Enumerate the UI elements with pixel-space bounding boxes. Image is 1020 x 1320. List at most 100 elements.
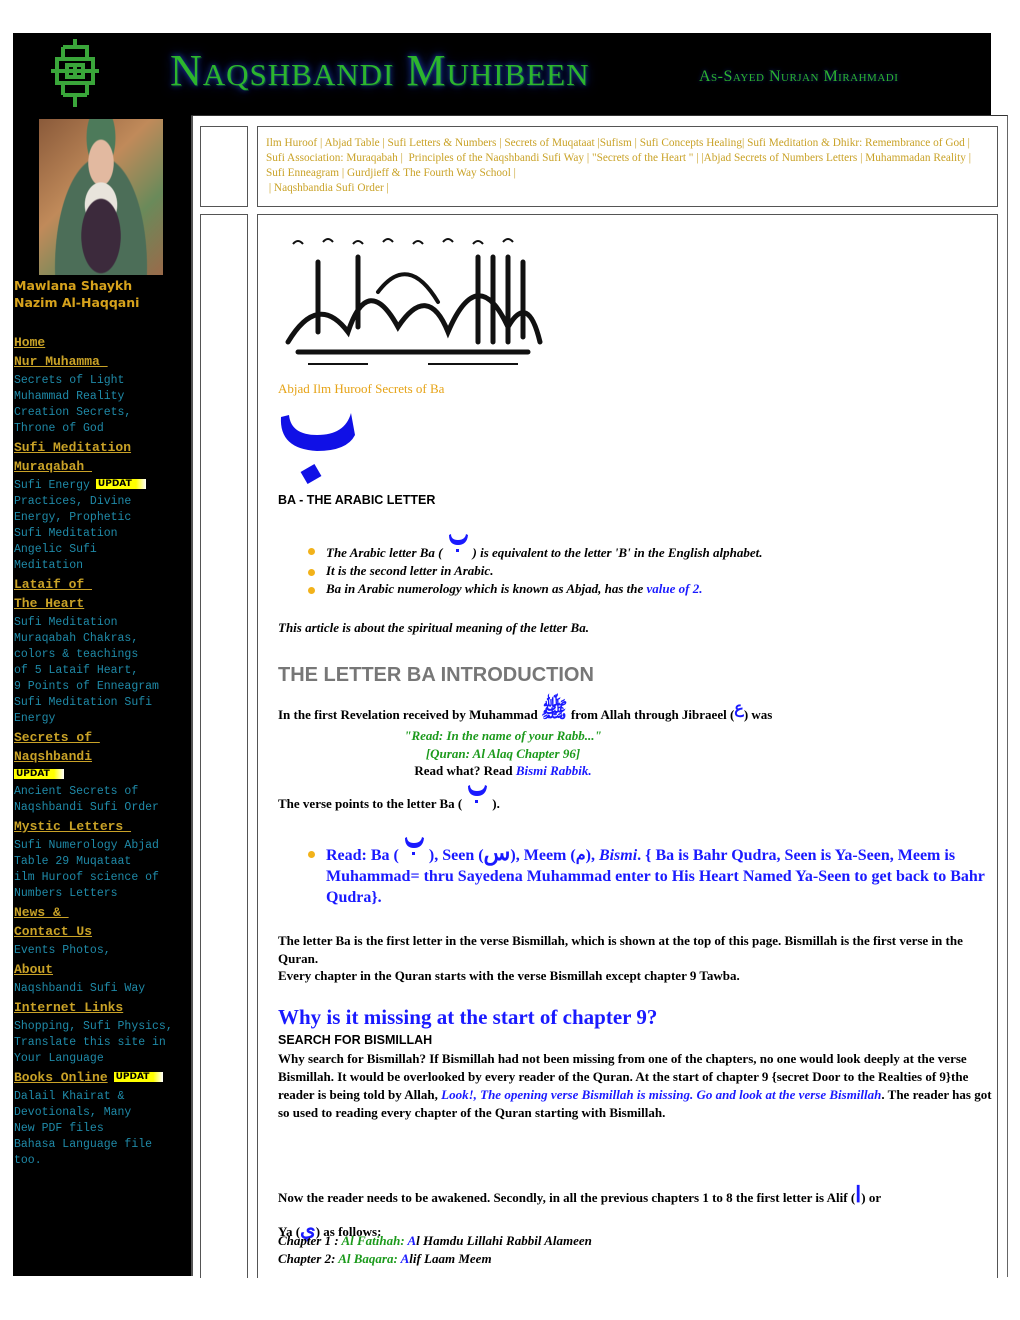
top-link[interactable]: Sufi Letters & Numbers bbox=[388, 137, 497, 149]
nav-sub-item[interactable]: Meditation bbox=[14, 558, 190, 574]
nav-sub-item[interactable]: Sufi Energy UPDAT bbox=[14, 478, 190, 494]
nav-link-about[interactable]: About bbox=[14, 962, 190, 977]
ba-small-icon bbox=[443, 534, 473, 557]
nav-sub-item[interactable]: Sufi Meditation Sufi bbox=[14, 695, 190, 711]
top-link[interactable]: Naqshbandia Sufi Order bbox=[274, 182, 384, 194]
nav-sub-item[interactable]: Ancient Secrets of bbox=[14, 784, 190, 800]
search-heading: SEARCH FOR BISMILLAH bbox=[278, 1033, 433, 1047]
nav-link-contact-us[interactable]: Contact Us bbox=[14, 924, 190, 939]
read-list: Read: Ba (), Seen (س), Meem (م), Bismi. … bbox=[278, 837, 998, 908]
top-link[interactable]: Ilm Huroof bbox=[266, 137, 317, 149]
top-link[interactable]: Sufi Meditation & Dhikr: Remembrance of … bbox=[747, 137, 965, 149]
nav-sub-item[interactable]: Naqshbandi Sufi Way bbox=[14, 981, 190, 997]
sheikh-name-line2: Nazim Al-Haqqani bbox=[14, 295, 140, 310]
nav-link-news[interactable]: News & bbox=[14, 905, 190, 920]
nav-sub-item[interactable]: Energy bbox=[14, 711, 190, 727]
nav-sub-item[interactable]: Devotionals, Many bbox=[14, 1105, 190, 1121]
nav-sub-item[interactable]: Shopping, Sufi Physics, bbox=[14, 1019, 190, 1035]
main-frame: Ilm Huroof | Abjad Table | Sufi Letters … bbox=[191, 115, 1008, 1278]
nav-sub-item[interactable]: Practices, Divine bbox=[14, 494, 190, 510]
chapter-opening: l Hamdu Lillahi Rabbil Alameen bbox=[416, 1233, 592, 1248]
nav-link-muraqabah[interactable]: Muraqabah bbox=[14, 459, 190, 474]
read-text: Read: Ba ( bbox=[326, 847, 399, 864]
nav-link-lataif[interactable]: Lataif of bbox=[14, 577, 190, 592]
fact-text: ) is equivalent to the letter 'B' in the… bbox=[472, 545, 763, 560]
nav-sub-item[interactable]: Sufi Meditation bbox=[14, 615, 190, 631]
nav-sub-item[interactable]: Naqshbandi Sufi Order bbox=[14, 800, 190, 816]
top-link[interactable]: Muhammadan Reality bbox=[865, 152, 966, 164]
arabic-letter-ba-icon bbox=[280, 413, 355, 485]
nav-sub-item[interactable]: Sufi Numerology Abjad bbox=[14, 838, 190, 854]
bullet-icon bbox=[308, 569, 315, 576]
bullet-icon bbox=[308, 851, 315, 858]
top-link[interactable]: Sufi Concepts Healing bbox=[640, 137, 742, 149]
nav-sub-item[interactable]: Events Photos, bbox=[14, 943, 190, 959]
top-link[interactable]: Abjad Secrets of Numbers Letters bbox=[704, 152, 858, 164]
fact-item: Ba in Arabic numerology which is known a… bbox=[278, 580, 998, 598]
nav-link-sufi-meditation[interactable]: Sufi Meditation bbox=[14, 440, 190, 455]
nav-sub-item[interactable]: of 5 Lataif Heart, bbox=[14, 663, 190, 679]
nav-sub-item[interactable]: Sufi Meditation bbox=[14, 526, 190, 542]
top-link[interactable]: Secrets of Muqataat bbox=[504, 137, 594, 149]
top-link[interactable]: Sufi Association: Muraqabah bbox=[266, 152, 398, 164]
chapter-first-letter: A bbox=[400, 1251, 410, 1266]
nav-sub-item[interactable]: Your Language bbox=[14, 1051, 190, 1067]
site-subtitle: As-Sayed Nurjan Mirahmadi bbox=[699, 68, 899, 85]
top-link[interactable]: "Secrets of the Heart " bbox=[592, 152, 693, 164]
site-banner: Naqshbandi Muhibeen As-Sayed Nurjan Mira… bbox=[13, 33, 991, 115]
nav-sub-item[interactable]: New PDF files bbox=[14, 1121, 190, 1137]
nav-sub-item[interactable]: Muhammad Reality bbox=[14, 389, 190, 405]
nav-link-secrets-of[interactable]: Secrets of bbox=[14, 730, 190, 745]
top-link[interactable]: Principles of the Naqshbandi Sufi Way bbox=[409, 152, 585, 164]
nav-sub-item[interactable]: Muraqabah Chakras, bbox=[14, 631, 190, 647]
nav-link-home[interactable]: Home bbox=[14, 335, 190, 350]
nav-sub-item[interactable]: Angelic Sufi bbox=[14, 542, 190, 558]
look-link[interactable]: Look!, The opening verse Bismillah is mi… bbox=[441, 1087, 881, 1102]
nav-sub-badge-row: UPDAT bbox=[14, 768, 190, 784]
intro-paragraph: In the first Revelation received by Muha… bbox=[278, 699, 998, 723]
nav-link-mystic-letters[interactable]: Mystic Letters bbox=[14, 819, 190, 834]
chapter-item: Chapter 1 : Al Fatihah: Al Hamdu Lillahi… bbox=[278, 1232, 998, 1250]
top-link[interactable]: Abjad Table bbox=[324, 137, 379, 149]
verse-points-text: ). bbox=[492, 796, 500, 811]
nav-link-books-online[interactable]: Books Online UPDAT bbox=[14, 1070, 190, 1085]
nav-sub-item[interactable]: Secrets of Light bbox=[14, 373, 190, 389]
knot-calligraphy-logo-icon[interactable] bbox=[43, 37, 107, 109]
sidebar-nav: Home Nur Muhamma Secrets of Light Muhamm… bbox=[14, 332, 190, 1169]
read-text: ), bbox=[585, 847, 599, 864]
top-link[interactable]: Gurdjieff & The Fourth Way School bbox=[347, 167, 511, 179]
value-of-2-link[interactable]: value of 2. bbox=[647, 581, 703, 596]
top-links: Ilm Huroof | Abjad Table | Sufi Letters … bbox=[266, 137, 972, 194]
nav-sub-item[interactable]: too. bbox=[14, 1153, 190, 1169]
verse-points-text: The verse points to the letter Ba ( bbox=[278, 796, 463, 811]
nav-sub-item[interactable]: Bahasa Language file bbox=[14, 1137, 190, 1153]
seen-glyph-icon: س bbox=[483, 840, 511, 865]
nav-link-the-heart[interactable]: The Heart bbox=[14, 596, 190, 611]
chapter-opening: lif Laam Meem bbox=[409, 1251, 492, 1266]
nav-link-internet-links[interactable]: Internet Links bbox=[14, 1000, 190, 1015]
nav-sub-item[interactable]: Table 29 Muqataat bbox=[14, 854, 190, 870]
ba-small-icon bbox=[399, 837, 429, 860]
ain-glyph-icon: ع bbox=[734, 700, 744, 717]
verse-points: The verse points to the letter Ba (). bbox=[278, 785, 500, 812]
nav-sub-item[interactable]: ilm Huroof science of bbox=[14, 870, 190, 886]
nav-sub-item[interactable]: Dalail Khairat & bbox=[14, 1089, 190, 1105]
nav-link-nur-muhammad[interactable]: Nur Muhamma bbox=[14, 354, 190, 369]
bullet-icon bbox=[308, 587, 315, 594]
top-link[interactable]: Sufi Enneagram bbox=[266, 167, 339, 179]
nav-sub-item[interactable]: Numbers Letters bbox=[14, 886, 190, 902]
chapter-list: Chapter 1 : Al Fatihah: Al Hamdu Lillahi… bbox=[278, 1232, 998, 1268]
chapter-label: Chapter 1 : bbox=[278, 1233, 342, 1248]
nav-sub-item[interactable]: Throne of God bbox=[14, 421, 190, 437]
bismi-rabbik-link[interactable]: Bismi Rabbik. bbox=[516, 763, 592, 778]
nav-sub-item[interactable]: 9 Points of Enneagram bbox=[14, 679, 190, 695]
nav-sub-item[interactable]: Translate this site in bbox=[14, 1035, 190, 1051]
sidebar: Mawlana Shaykh Nazim Al-Haqqani Home Nur… bbox=[13, 115, 193, 1276]
nav-sub-item[interactable]: Creation Secrets, bbox=[14, 405, 190, 421]
nav-sub-item[interactable]: colors & teachings bbox=[14, 647, 190, 663]
nav-sub-item[interactable]: Energy, Prophetic bbox=[14, 510, 190, 526]
nav-link-naqshbandi[interactable]: Naqshbandi bbox=[14, 749, 190, 764]
top-link[interactable]: Sufism bbox=[600, 137, 632, 149]
chapter-first-letter: A bbox=[407, 1233, 417, 1248]
spacer-box bbox=[200, 126, 248, 207]
